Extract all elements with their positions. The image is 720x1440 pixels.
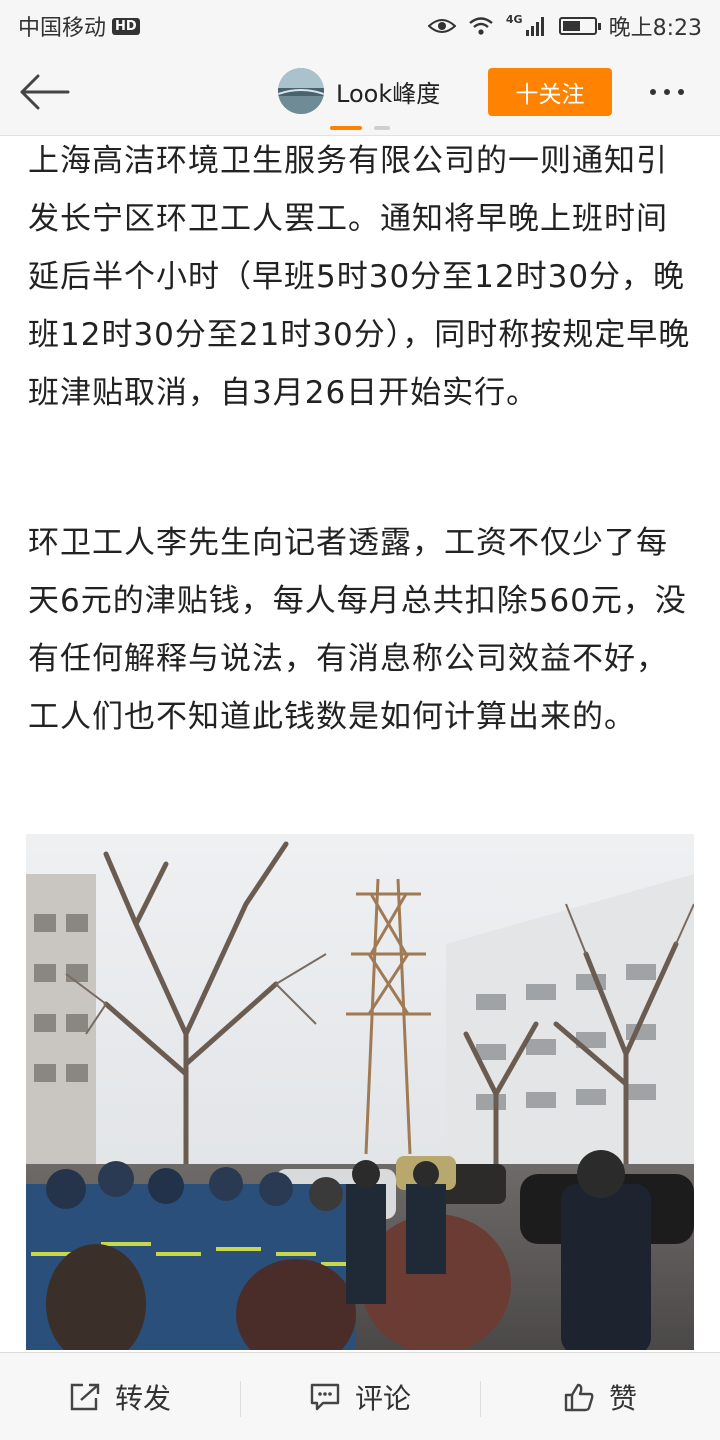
follow-button[interactable]: 十关注 <box>488 68 612 116</box>
repost-label: 转发 <box>114 1381 171 1415</box>
network-type: 4G <box>505 12 523 26</box>
status-bar: 中国移动 HD 4G 晚上8:23 <box>0 0 720 52</box>
hd-badge: HD <box>112 17 140 35</box>
battery-icon <box>558 17 601 35</box>
page-indicator <box>330 126 390 130</box>
street-protest-photo <box>26 834 694 1350</box>
signal-icon <box>525 17 544 36</box>
profile-name[interactable]: Look峰度 <box>336 74 440 109</box>
repost-icon <box>70 1383 100 1410</box>
like-label: 赞 <box>608 1381 637 1415</box>
bottom-toolbar: 转发 评论 赞 <box>0 1352 720 1440</box>
repost-button[interactable]: 转发 <box>0 1377 240 1417</box>
wifi-icon <box>469 17 493 35</box>
article-photo[interactable] <box>26 834 694 1350</box>
comment-label: 评论 <box>354 1381 411 1415</box>
back-arrow-icon <box>20 74 70 110</box>
avatar[interactable] <box>278 68 324 114</box>
comment-button[interactable]: 评论 <box>240 1377 480 1417</box>
indicator-inactive <box>374 126 390 130</box>
indicator-active <box>330 126 362 130</box>
carrier-label: 中国移动 <box>18 16 107 41</box>
article-paragraph-2: 环卫工人李先生向记者透露，工资不仅少了每天6元的津贴钱，每人每月总共扣除560元… <box>28 525 687 735</box>
like-button[interactable]: 赞 <box>480 1377 720 1417</box>
article-content: 上海高洁环境卫生服务有限公司的一则通知引发长宁区环卫工人罢工。通知将早晚上班时间… <box>0 136 720 1350</box>
nav-bar: Look峰度 十关注 <box>0 52 720 136</box>
eye-icon <box>427 19 456 33</box>
back-button[interactable] <box>18 72 70 112</box>
clock: 晚上8:23 <box>608 16 702 41</box>
status-left: 中国移动 HD <box>18 10 140 42</box>
more-dots-icon[interactable] <box>650 80 700 104</box>
comment-icon <box>310 1383 340 1410</box>
avatar-image <box>278 68 324 114</box>
article-paragraph-1: 上海高洁环境卫生服务有限公司的一则通知引发长宁区环卫工人罢工。通知将早晚上班时间… <box>28 143 691 411</box>
profile[interactable]: Look峰度 <box>278 68 440 114</box>
thumbs-up-icon <box>564 1383 594 1411</box>
battery-level <box>562 21 580 31</box>
status-right: 4G 晚上8:23 <box>427 10 702 42</box>
